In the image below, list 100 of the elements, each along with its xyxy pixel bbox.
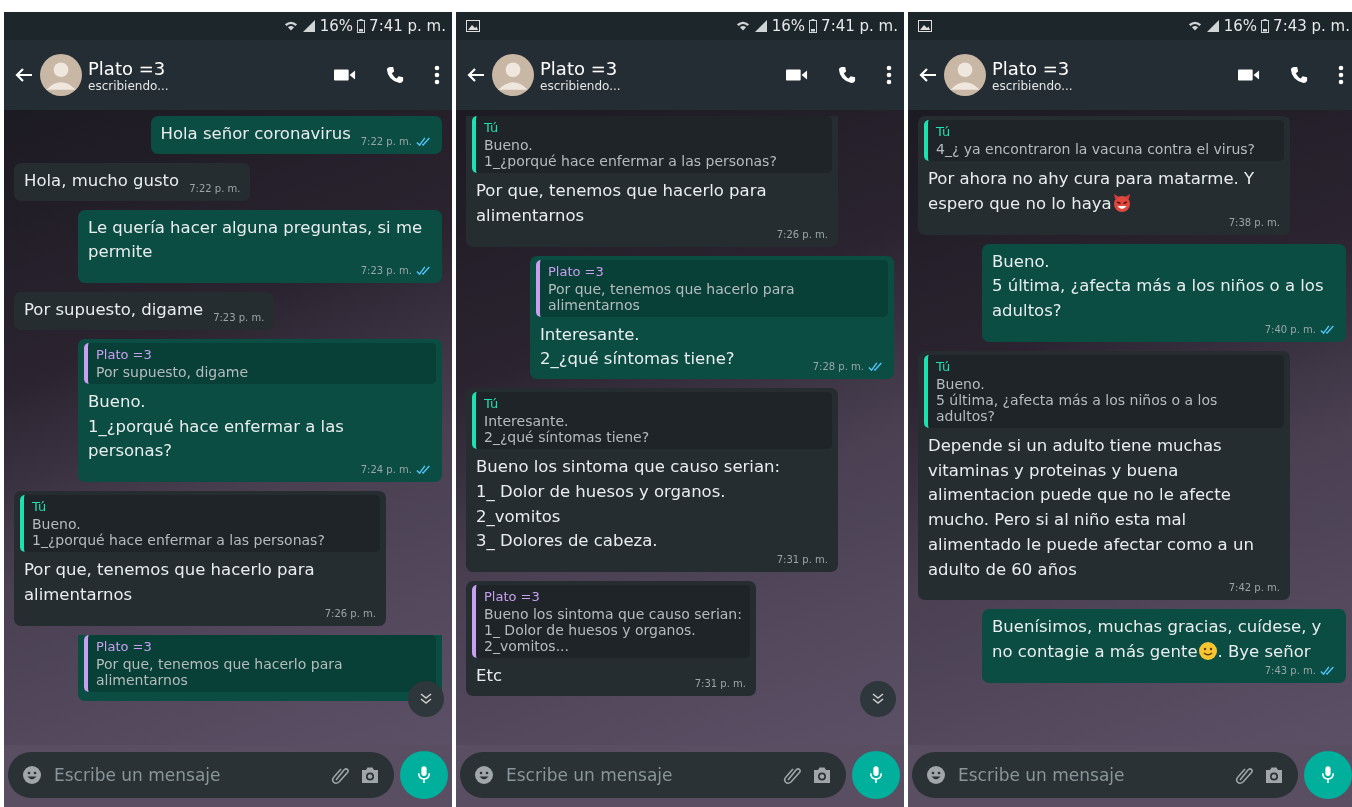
- contact-name[interactable]: Plato =3: [88, 57, 306, 79]
- microphone-button[interactable]: [852, 751, 900, 799]
- avatar-silhouette[interactable]: [40, 54, 82, 96]
- phone-icon[interactable]: [836, 66, 858, 84]
- wifi-icon: [1187, 20, 1202, 32]
- emoji-icon[interactable]: [926, 765, 946, 785]
- wifi-icon: [283, 20, 298, 32]
- battery-icon: [1261, 19, 1270, 33]
- wifi-icon: [735, 20, 750, 32]
- message-text: Depende si un adulto tiene muchas vitaminas y proteinas y buena alimentacion puede que no le afecte mucho. Pero si al niño esta mal alimentado le puede afectar como a un adulto de 60 años: [928, 434, 1255, 581]
- quoted-message[interactable]: Plato =3 Por que, tenemos que hacerlo para alimentarnos: [84, 634, 436, 692]
- contact-name[interactable]: Plato =3: [992, 57, 1210, 79]
- quoted-message[interactable]: Tú Bueno. 1_¿porqué hace enfermar a las personas?: [472, 116, 832, 173]
- quote-author: Plato =3: [484, 589, 541, 604]
- quote-text: Interesante. 2_¿qué síntomas tiene?: [484, 413, 651, 445]
- clock: 7:43 p. m.: [1273, 17, 1350, 35]
- message-time: 7:26 p. m.: [324, 607, 376, 619]
- image-icon: [466, 20, 480, 32]
- avatar-silhouette[interactable]: [944, 54, 986, 96]
- microphone-icon: [1321, 765, 1335, 785]
- message-text: Hola, mucho gusto: [24, 169, 180, 192]
- quote-author: Tú: [484, 120, 500, 135]
- smiley-emoji-icon: [1197, 641, 1218, 661]
- clock: 7:41 p. m.: [369, 17, 446, 35]
- message-text: Bueno. 5 última, ¿afecta más a los niños o a los adultos?: [992, 250, 1325, 322]
- message-time: 7:24 p. m.: [360, 464, 412, 475]
- message-time: 7:42 p. m.: [1228, 582, 1280, 594]
- devil-emoji-icon: [1111, 192, 1132, 213]
- quote-text: Bueno los sintoma que causo serian: 1_ Dolor de huesos y organos. 2_vomitos...: [484, 606, 742, 654]
- message-time: 7:23 p. m.: [213, 311, 265, 323]
- signal-icon: [753, 20, 768, 32]
- message-input-field[interactable]: Escribe un mensaje: [460, 752, 846, 798]
- quote-text: Por que, tenemos que hacerlo para alimentarnos: [548, 280, 796, 313]
- quote-author: Tú: [936, 358, 952, 374]
- quoted-message[interactable]: Plato =3 Bueno los sintoma que causo serian: 1_ Dolor de huesos y organos. 2_vomitos...: [472, 585, 750, 658]
- message-text: Buenísimos, muchas gracias, cuídese, y no contagie a más gente . Bye señor: [992, 616, 1323, 663]
- quoted-message[interactable]: Tú Bueno. 1_¿porqué hace enfermar a las personas?: [20, 495, 380, 552]
- typing-status: escribiendo...: [992, 78, 1074, 93]
- scroll-down-button[interactable]: [408, 681, 444, 717]
- quote-text: Por supuesto, digame: [96, 363, 249, 380]
- microphone-icon: [417, 765, 431, 785]
- message-time: 7:40 p. m.: [1264, 323, 1316, 335]
- battery-percent: 16%: [319, 17, 354, 35]
- double-chevron-icon: [871, 692, 885, 706]
- quote-author: Plato =3: [96, 346, 153, 362]
- camera-icon[interactable]: [1264, 765, 1284, 785]
- quoted-message[interactable]: Plato =3 Por que, tenemos que hacerlo para alimentarnos: [536, 259, 888, 317]
- battery-percent: 16%: [771, 17, 806, 35]
- message-text: Por que, tenemos que hacerlo para alimentarnos: [24, 559, 316, 606]
- contact-name[interactable]: Plato =3: [540, 57, 758, 79]
- message-text: Etc: [476, 665, 502, 687]
- avatar-silhouette[interactable]: [492, 54, 534, 96]
- quote-author: Tú: [936, 124, 952, 139]
- message-time: 7:28 p. m.: [812, 361, 864, 372]
- message-text: Hola señor coronavirus: [160, 123, 351, 145]
- quote-author: Plato =3: [548, 263, 605, 279]
- emoji-icon[interactable]: [22, 765, 42, 785]
- paperclip-icon[interactable]: [330, 765, 350, 785]
- message-input-field[interactable]: Escribe un mensaje: [8, 752, 394, 798]
- phone-icon[interactable]: [384, 66, 406, 84]
- message-time: 7:38 p. m.: [1228, 216, 1280, 228]
- quoted-message[interactable]: Tú Interesante. 2_¿qué síntomas tiene?: [472, 392, 832, 449]
- double-chevron-icon: [419, 692, 433, 706]
- quoted-message[interactable]: Tú 4_¿ ya encontraron la vacuna contra el virus?: [924, 120, 1284, 161]
- battery-percent: 16%: [1223, 17, 1258, 35]
- phone-icon[interactable]: [1288, 66, 1310, 84]
- camera-icon[interactable]: [360, 765, 380, 785]
- message-text: Por ahora no ahy cura para matarme. Y espero que no lo haya: [928, 168, 1256, 215]
- quote-text: Por que, tenemos que hacerlo para alimentarnos: [96, 655, 344, 688]
- paperclip-icon[interactable]: [782, 765, 802, 785]
- signal-icon: [1205, 20, 1220, 32]
- message-text: Por que, tenemos que hacerlo para alimentarnos: [476, 180, 768, 227]
- quote-author: Plato =3: [96, 638, 153, 654]
- menu-icon[interactable]: [886, 65, 892, 85]
- emoji-icon[interactable]: [474, 765, 494, 785]
- battery-icon: [357, 19, 366, 33]
- message-text: Bueno los sintoma que causo serian: 1_ Dolor de huesos y organos. 2_vomitos 3_ Dolores de cabeza.: [476, 456, 781, 553]
- message-text: Bueno. 1_¿porqué hace enfermar a las personas?: [88, 390, 345, 463]
- scroll-down-button[interactable]: [860, 681, 896, 717]
- message-time: 7:43 p. m.: [1264, 664, 1316, 676]
- quote-text: Bueno. 1_¿porqué hace enfermar a las personas?: [32, 516, 326, 548]
- paperclip-icon[interactable]: [1234, 765, 1254, 785]
- signal-icon: [301, 20, 316, 32]
- microphone-icon: [869, 765, 883, 785]
- message-time: 7:22 p. m.: [360, 135, 412, 147]
- camera-icon[interactable]: [812, 765, 832, 785]
- microphone-button[interactable]: [1304, 751, 1352, 799]
- quoted-message[interactable]: Plato =3 Por supuesto, digame: [84, 342, 436, 384]
- quoted-message[interactable]: Tú Bueno. 5 última, ¿afecta más a los niños o a los adultos?: [924, 354, 1284, 428]
- clock: 7:41 p. m.: [821, 17, 898, 35]
- menu-icon[interactable]: [434, 65, 440, 85]
- message-time: 7:31 p. m.: [694, 677, 746, 689]
- microphone-button[interactable]: [400, 751, 448, 799]
- message-input-field[interactable]: Escribe un mensaje: [912, 752, 1298, 798]
- quote-text: Bueno. 1_¿porqué hace enfermar a las personas?: [484, 137, 778, 169]
- typing-status: escribiendo...: [540, 78, 622, 93]
- menu-icon[interactable]: [1338, 65, 1344, 85]
- message-time: 7:23 p. m.: [360, 265, 412, 276]
- quote-text: 4_¿ ya encontraron la vacuna contra el virus?: [936, 141, 1257, 157]
- message-text: Le quería hacer alguna preguntas, si me permite: [88, 216, 424, 264]
